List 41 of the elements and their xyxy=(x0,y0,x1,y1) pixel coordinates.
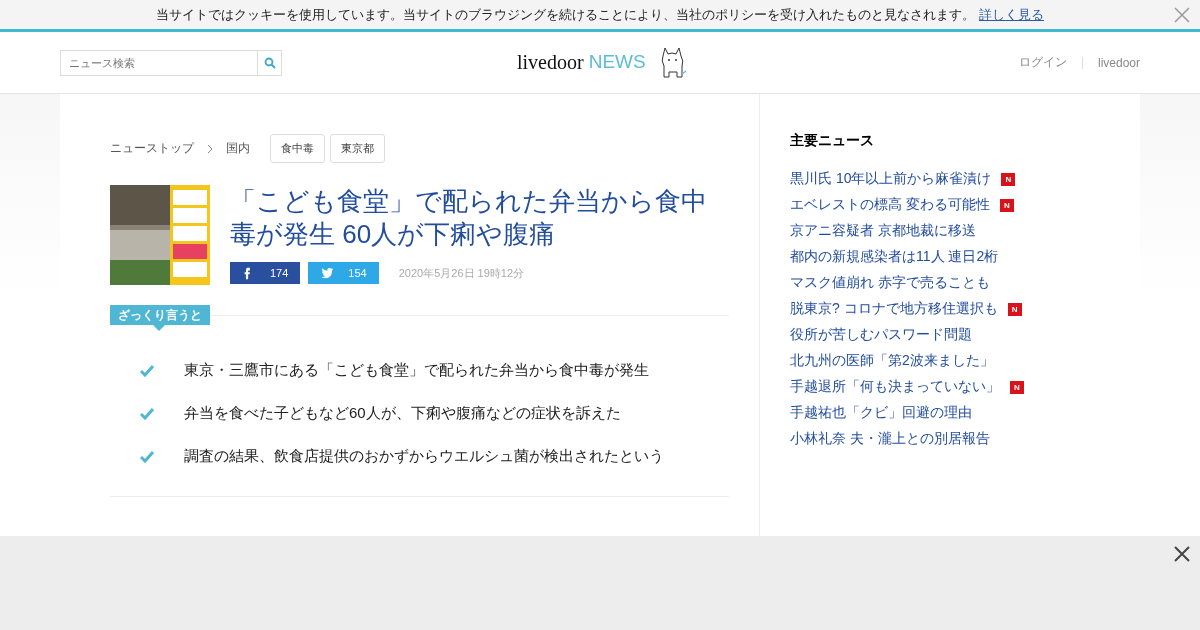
nav-link[interactable]: livedoor xyxy=(1097,55,1140,70)
news-link[interactable]: エベレストの標高 変わる可能性 xyxy=(790,196,990,214)
new-badge: N xyxy=(1001,172,1016,186)
search-field[interactable]: ニュース検索 xyxy=(60,49,258,76)
sidebar-title: 主要ニュース xyxy=(790,132,875,150)
tag-link[interactable]: 東京都 xyxy=(330,134,385,163)
summary-point: 調査の結果、飲食店提供のおかずからウエルシュ菌が検出されたという xyxy=(184,447,664,466)
news-link[interactable]: 脱東京? コロナで地方移住選択も xyxy=(790,300,998,318)
check-icon xyxy=(140,364,154,377)
news-link[interactable]: 京アニ容疑者 京都地裁に移送 xyxy=(790,222,976,240)
cookie-message: 当サイトではクッキーを使用しています。当サイトのブラウジングを続けることにより、当社のポリシーを受け入れたものと見なされます。 xyxy=(156,5,975,24)
news-link[interactable]: マスク値崩れ 赤字で売ることも xyxy=(790,274,990,292)
news-link[interactable]: 黒川氏 10年以上前から麻雀漬け xyxy=(790,170,992,188)
search-button[interactable] xyxy=(258,49,282,76)
search-icon xyxy=(263,56,276,69)
tag-link[interactable]: 食中毒 xyxy=(270,134,325,163)
logo-brand[interactable]: livedoor xyxy=(517,50,584,74)
news-link[interactable]: 小林礼奈 夫・瀧上との別居報告 xyxy=(790,430,990,448)
new-badge: N xyxy=(999,198,1014,212)
facebook-share-button[interactable]: 174 xyxy=(230,262,301,284)
summary-label: ざっくり言うと xyxy=(110,305,210,331)
nav-link[interactable]: ログイン xyxy=(1018,54,1067,71)
news-link[interactable]: 手越退所「何も決まっていない」 xyxy=(790,378,1000,396)
details-link[interactable]: 詳しく見る xyxy=(979,5,1044,24)
news-link[interactable]: 手越祐也「クビ」回避の理由 xyxy=(790,404,972,422)
article-title: 「こども食堂」で配られた弁当から食中毒が発生 60人が下痢や腹痛 xyxy=(230,185,708,250)
summary-point: 弁当を食べた子どもなど60人が、下痢や腹痛などの症状を訴えた xyxy=(184,404,621,423)
check-icon xyxy=(140,407,154,420)
news-link[interactable]: 役所が苦しむパスワード問題 xyxy=(790,326,972,344)
breadcrumb-link[interactable]: ニューストップ xyxy=(110,140,194,157)
bird-icon xyxy=(320,266,335,280)
new-badge: N xyxy=(1010,380,1024,394)
summary-point: 東京・三鷹市にある「こども食堂」で配られた弁当から食中毒が発生 xyxy=(184,361,649,380)
close-icon[interactable] xyxy=(1174,546,1190,562)
new-badge: N xyxy=(1007,302,1022,316)
chevron-icon xyxy=(206,144,214,153)
breadcrumb-link[interactable]: 国内 xyxy=(226,140,250,157)
news-link[interactable]: 北九州の医師「第2波来ました」 xyxy=(790,352,994,370)
publish-date: 2020年5月26日 19時12分 xyxy=(398,265,525,281)
news-link[interactable]: 都内の新規感染者は11人 連日2桁 xyxy=(790,248,999,266)
check-icon xyxy=(140,450,154,463)
